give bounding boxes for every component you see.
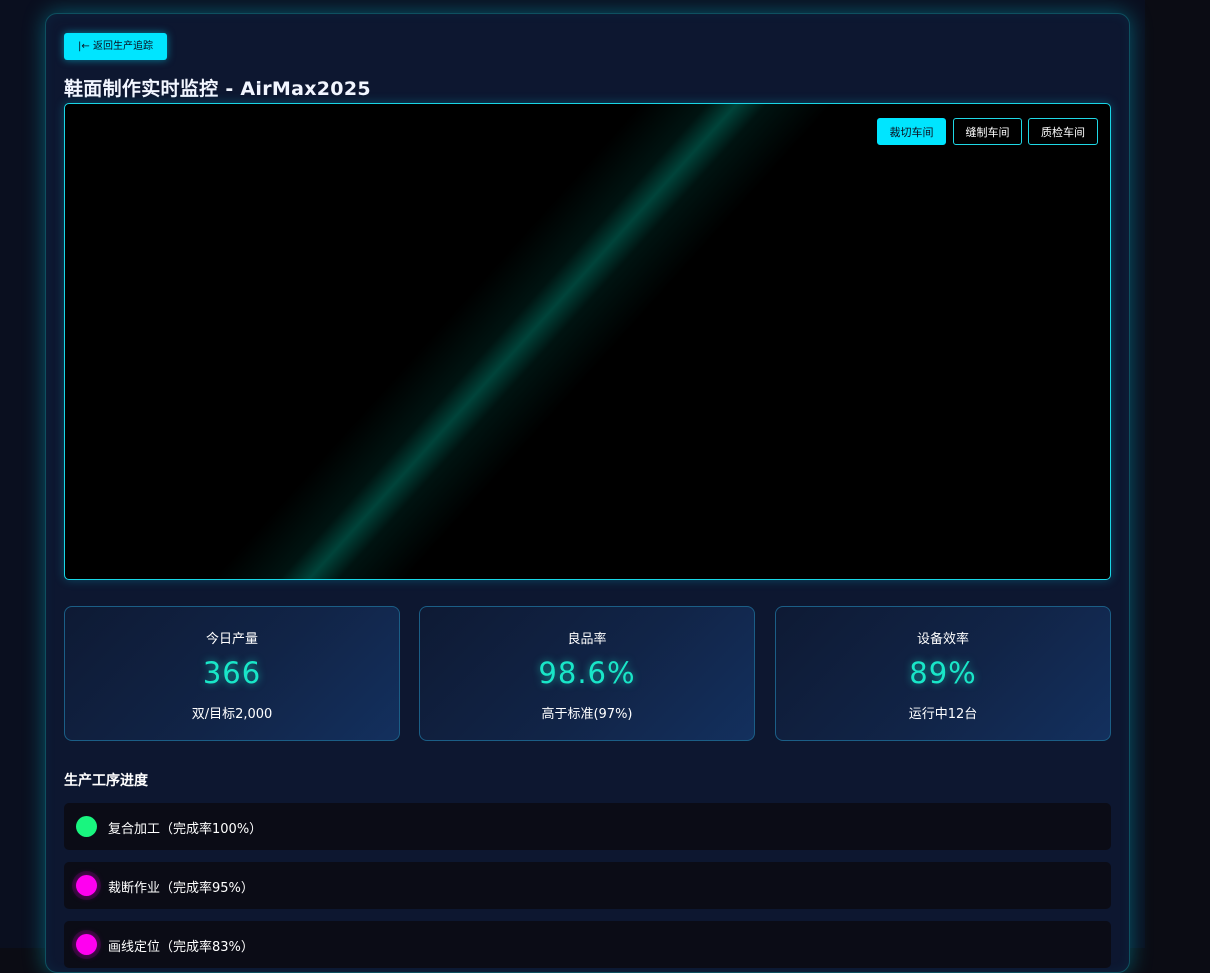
status-dot-active-icon <box>76 875 97 896</box>
stat-subtext: 双/目标2,000 <box>191 707 273 722</box>
stat-value: 366 <box>202 656 262 690</box>
stat-label: 今日产量 <box>205 632 258 647</box>
stat-value: 98.6% <box>538 656 636 690</box>
process-step-row[interactable]: 复合加工（完成率100%） <box>64 803 1111 850</box>
stat-subtext: 运行中12台 <box>908 707 978 722</box>
tab-sewing-workshop[interactable]: 缝制车间 <box>953 118 1022 145</box>
scan-beam <box>65 104 1110 579</box>
stat-value: 89% <box>909 656 977 690</box>
stat-card-equipment-efficiency: 设备效率 89% 运行中12台 <box>775 606 1111 741</box>
process-step-label: 裁断作业（完成率95%） <box>108 881 254 896</box>
tab-cutting-workshop[interactable]: 裁切车间 <box>877 118 946 145</box>
live-monitor-viewport[interactable]: 裁切车间 缝制车间 质检车间 <box>64 103 1111 580</box>
tab-quality-inspection-workshop[interactable]: 质检车间 <box>1028 118 1098 145</box>
stat-subtext: 高于标准(97%) <box>541 707 633 722</box>
back-to-production-tracking-button[interactable]: |← 返回生产追踪 <box>64 33 167 60</box>
status-dot-done-icon <box>76 816 97 837</box>
process-step-label: 画线定位（完成率83%） <box>108 940 254 955</box>
process-step-row[interactable]: 画线定位（完成率83%） <box>64 921 1111 968</box>
page-title: 鞋面制作实时监控 - AirMax2025 <box>64 78 371 100</box>
stat-card-yield-rate: 良品率 98.6% 高于标准(97%) <box>419 606 755 741</box>
process-progress-title: 生产工序进度 <box>64 773 148 789</box>
process-step-label: 复合加工（完成率100%） <box>108 822 263 837</box>
process-step-row[interactable]: 裁断作业（完成率95%） <box>64 862 1111 909</box>
stat-label: 设备效率 <box>916 632 969 647</box>
stat-card-daily-output: 今日产量 366 双/目标2,000 <box>64 606 400 741</box>
status-dot-active-icon <box>76 934 97 955</box>
stat-label: 良品率 <box>567 632 607 647</box>
